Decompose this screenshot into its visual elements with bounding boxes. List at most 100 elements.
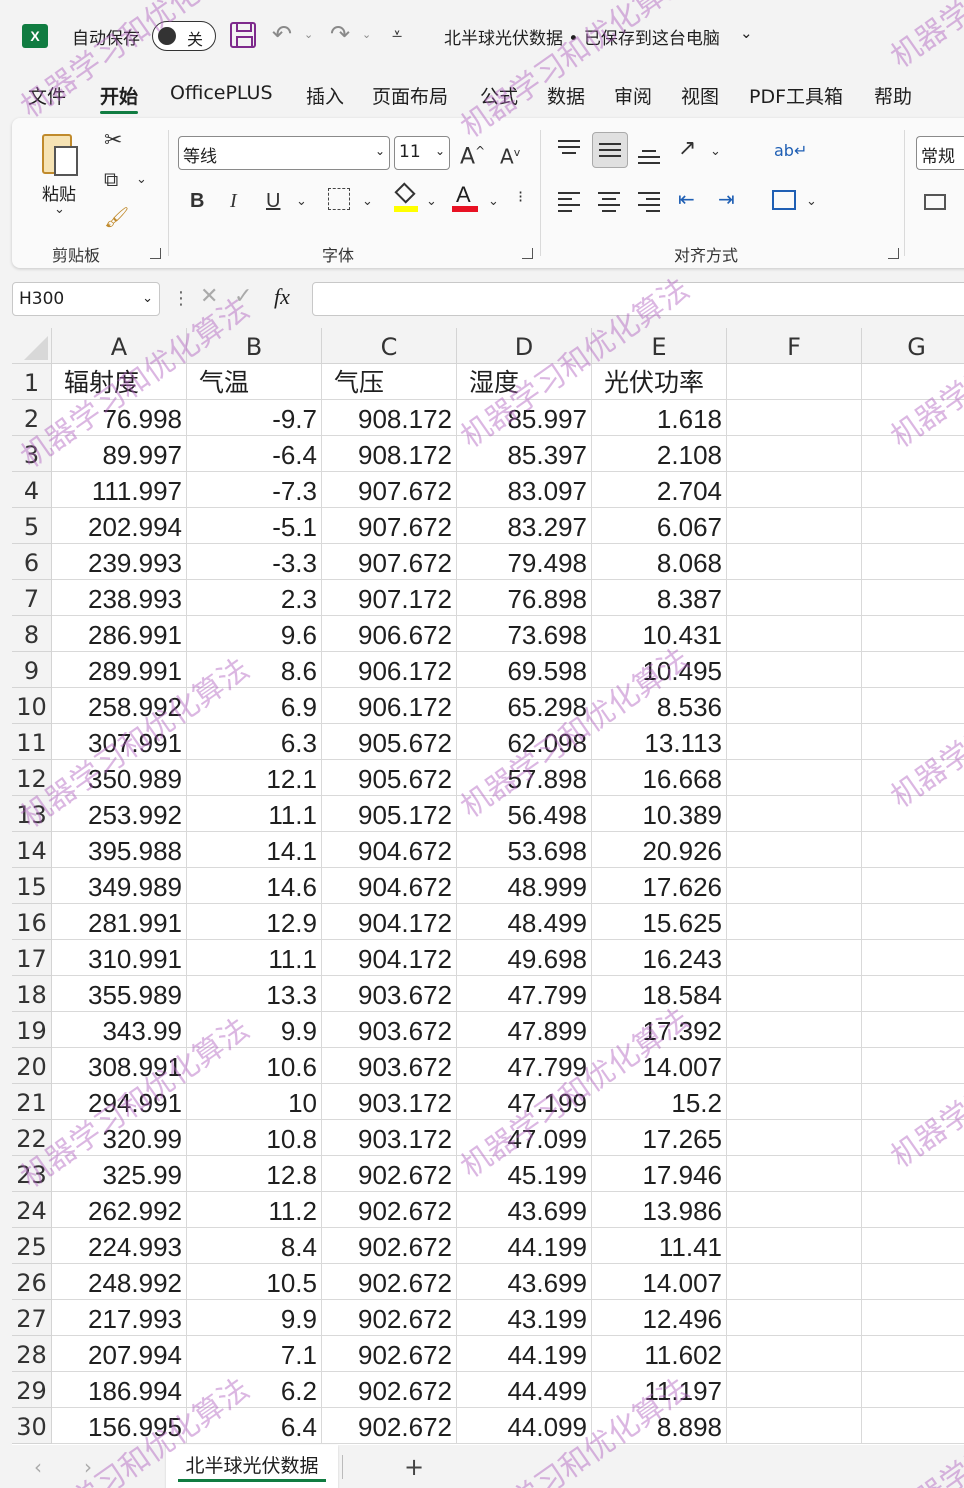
borders-dropdown-icon[interactable]: ⌄ xyxy=(362,194,373,209)
data-cell[interactable]: 20.926 xyxy=(592,832,727,868)
data-cell[interactable]: 12.496 xyxy=(592,1300,727,1336)
enter-icon[interactable]: ✓ xyxy=(234,284,252,309)
cut-icon[interactable]: ✂ xyxy=(104,130,122,152)
font-name-select[interactable]: 等线 ⌄ xyxy=(178,136,390,170)
data-cell[interactable]: 262.992 xyxy=(52,1192,187,1228)
underline-dropdown-icon[interactable]: ⌄ xyxy=(296,194,307,209)
row-header[interactable]: 8 xyxy=(12,616,52,652)
data-cell[interactable]: 349.989 xyxy=(52,868,187,904)
data-cell[interactable]: -3.3 xyxy=(187,544,322,580)
row-header[interactable]: 24 xyxy=(12,1192,52,1228)
data-cell[interactable]: 48.999 xyxy=(457,868,592,904)
column-header-c[interactable]: C xyxy=(322,328,457,364)
data-cell[interactable]: 6.2 xyxy=(187,1372,322,1408)
data-cell[interactable] xyxy=(727,544,862,580)
data-cell[interactable]: -7.3 xyxy=(187,472,322,508)
data-cell[interactable]: 903.172 xyxy=(322,1120,457,1156)
data-cell[interactable] xyxy=(727,724,862,760)
data-cell[interactable]: 6.4 xyxy=(187,1408,322,1444)
font-color-icon[interactable]: A xyxy=(452,182,478,214)
column-header-e[interactable]: E xyxy=(592,328,727,364)
column-header-f[interactable]: F xyxy=(727,328,862,364)
data-cell[interactable]: 11.197 xyxy=(592,1372,727,1408)
data-cell[interactable]: 85.997 xyxy=(457,400,592,436)
data-cell[interactable]: 17.946 xyxy=(592,1156,727,1192)
clipboard-launcher-icon[interactable] xyxy=(150,248,161,259)
data-cell[interactable]: 289.991 xyxy=(52,652,187,688)
cancel-icon[interactable]: ✕ xyxy=(200,284,218,309)
header-cell[interactable] xyxy=(727,364,862,400)
data-cell[interactable]: 10.6 xyxy=(187,1048,322,1084)
data-cell[interactable] xyxy=(862,472,964,508)
merge-dropdown-icon[interactable]: ⌄ xyxy=(806,194,817,209)
data-cell[interactable]: 902.672 xyxy=(322,1264,457,1300)
data-cell[interactable]: 903.172 xyxy=(322,1084,457,1120)
align-middle-button[interactable] xyxy=(592,132,628,168)
header-cell[interactable]: 气压 xyxy=(322,364,457,400)
data-cell[interactable]: 8.387 xyxy=(592,580,727,616)
align-bottom-icon[interactable] xyxy=(638,146,660,164)
add-sheet-button[interactable]: + xyxy=(404,1453,424,1481)
autosave-toggle[interactable]: 关 xyxy=(152,21,216,51)
row-header[interactable]: 16 xyxy=(12,904,52,940)
align-top-icon[interactable] xyxy=(558,140,580,158)
font-size-select[interactable]: 11 ⌄ xyxy=(394,136,450,170)
data-cell[interactable]: -5.1 xyxy=(187,508,322,544)
data-cell[interactable]: 902.672 xyxy=(322,1156,457,1192)
data-cell[interactable]: 907.172 xyxy=(322,580,457,616)
header-cell[interactable]: 光伏功率 xyxy=(592,364,727,400)
data-cell[interactable]: 902.672 xyxy=(322,1372,457,1408)
data-cell[interactable] xyxy=(727,1264,862,1300)
data-cell[interactable] xyxy=(862,1408,964,1444)
data-cell[interactable]: 12.8 xyxy=(187,1156,322,1192)
column-header-b[interactable]: B xyxy=(187,328,322,364)
data-cell[interactable]: 904.172 xyxy=(322,904,457,940)
data-cell[interactable]: 14.007 xyxy=(592,1264,727,1300)
data-cell[interactable]: 111.997 xyxy=(52,472,187,508)
row-header[interactable]: 6 xyxy=(12,544,52,580)
row-header[interactable]: 1 xyxy=(12,364,52,400)
data-cell[interactable]: 44.099 xyxy=(457,1408,592,1444)
data-cell[interactable] xyxy=(862,436,964,472)
data-cell[interactable] xyxy=(862,1336,964,1372)
data-cell[interactable]: 186.994 xyxy=(52,1372,187,1408)
row-header[interactable]: 25 xyxy=(12,1228,52,1264)
data-cell[interactable]: 13.3 xyxy=(187,976,322,1012)
align-right-icon[interactable] xyxy=(638,192,660,212)
data-cell[interactable]: 286.991 xyxy=(52,616,187,652)
data-cell[interactable]: 13.986 xyxy=(592,1192,727,1228)
data-cell[interactable]: 207.994 xyxy=(52,1336,187,1372)
header-cell[interactable]: 辐射度 xyxy=(52,364,187,400)
select-all-button[interactable] xyxy=(12,328,52,364)
data-cell[interactable] xyxy=(862,652,964,688)
align-center-icon[interactable] xyxy=(598,192,620,212)
data-cell[interactable] xyxy=(862,1372,964,1408)
data-cell[interactable]: 10.431 xyxy=(592,616,727,652)
row-header[interactable]: 4 xyxy=(12,472,52,508)
copy-icon[interactable]: ⧉ xyxy=(104,168,118,190)
tab-pdf-tools[interactable]: PDF工具箱 xyxy=(749,82,843,109)
data-cell[interactable]: 13.113 xyxy=(592,724,727,760)
font-launcher-icon[interactable] xyxy=(522,248,533,259)
data-cell[interactable]: 57.898 xyxy=(457,760,592,796)
data-cell[interactable]: 906.672 xyxy=(322,616,457,652)
data-cell[interactable]: 2.108 xyxy=(592,436,727,472)
row-header[interactable]: 14 xyxy=(12,832,52,868)
data-cell[interactable]: 904.672 xyxy=(322,832,457,868)
data-cell[interactable]: 350.989 xyxy=(52,760,187,796)
data-cell[interactable]: 908.172 xyxy=(322,400,457,436)
fill-color-dropdown-icon[interactable]: ⌄ xyxy=(426,194,437,209)
data-cell[interactable]: 12.9 xyxy=(187,904,322,940)
tab-insert[interactable]: 插入 xyxy=(306,82,344,109)
data-cell[interactable]: 47.799 xyxy=(457,976,592,1012)
data-cell[interactable] xyxy=(862,1228,964,1264)
data-cell[interactable]: 47.199 xyxy=(457,1084,592,1120)
data-cell[interactable]: 89.997 xyxy=(52,436,187,472)
prev-sheet-icon[interactable]: ‹ xyxy=(34,1455,42,1479)
row-header[interactable]: 23 xyxy=(12,1156,52,1192)
data-cell[interactable] xyxy=(727,580,862,616)
format-painter-icon[interactable]: 🖌 xyxy=(104,206,129,228)
data-cell[interactable]: 1.618 xyxy=(592,400,727,436)
data-cell[interactable]: 395.988 xyxy=(52,832,187,868)
data-cell[interactable]: 6.9 xyxy=(187,688,322,724)
